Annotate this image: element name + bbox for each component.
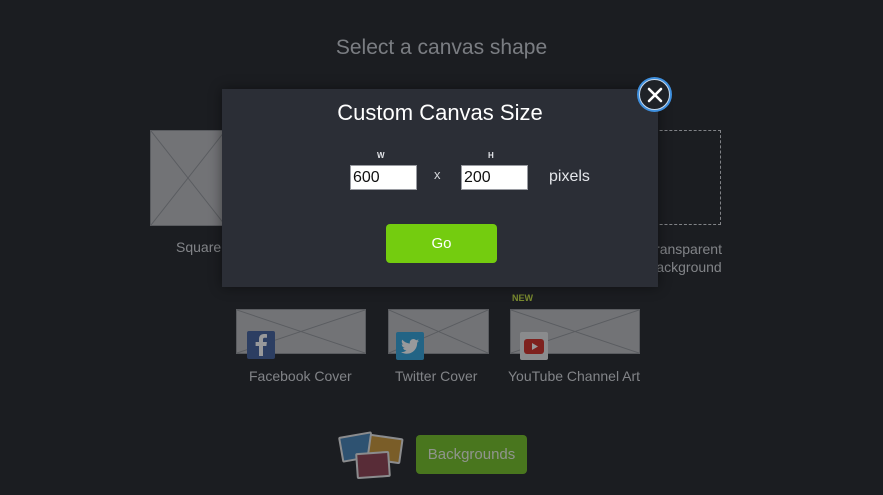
custom-canvas-size-dialog: Custom Canvas Size W x H pixels Go [222,89,658,287]
canvas-shape-screen: Select a canvas shape Square Transparent… [0,0,883,495]
twitter-label: Twitter Cover [395,368,478,384]
youtube-label: YouTube Channel Art [508,368,641,384]
transparent-label: Transparent Background [647,240,722,276]
twitter-icon [396,332,424,360]
facebook-icon [247,331,275,359]
unit-label: pixels [549,168,590,185]
go-button[interactable]: Go [386,224,497,263]
backgrounds-button[interactable]: Backgrounds [416,435,527,474]
width-label: W [377,151,385,160]
facebook-label: Facebook Cover [249,368,352,384]
youtube-icon [520,332,548,360]
height-input[interactable] [461,165,528,190]
dialog-title: Custom Canvas Size [337,100,543,125]
close-icon [639,79,670,110]
new-badge: NEW [512,293,533,303]
square-label: Square [176,239,222,255]
transparent-label-line1: Transparent [647,241,722,257]
photo-stack-icon[interactable] [336,431,406,484]
close-button[interactable] [637,77,672,112]
transparent-label-line2: Background [647,259,722,275]
page-title: Select a canvas shape [335,36,548,59]
width-input[interactable] [350,165,417,190]
height-label: H [488,151,494,160]
square-placeholder-image[interactable] [150,130,226,226]
dimension-separator: x [434,167,441,182]
